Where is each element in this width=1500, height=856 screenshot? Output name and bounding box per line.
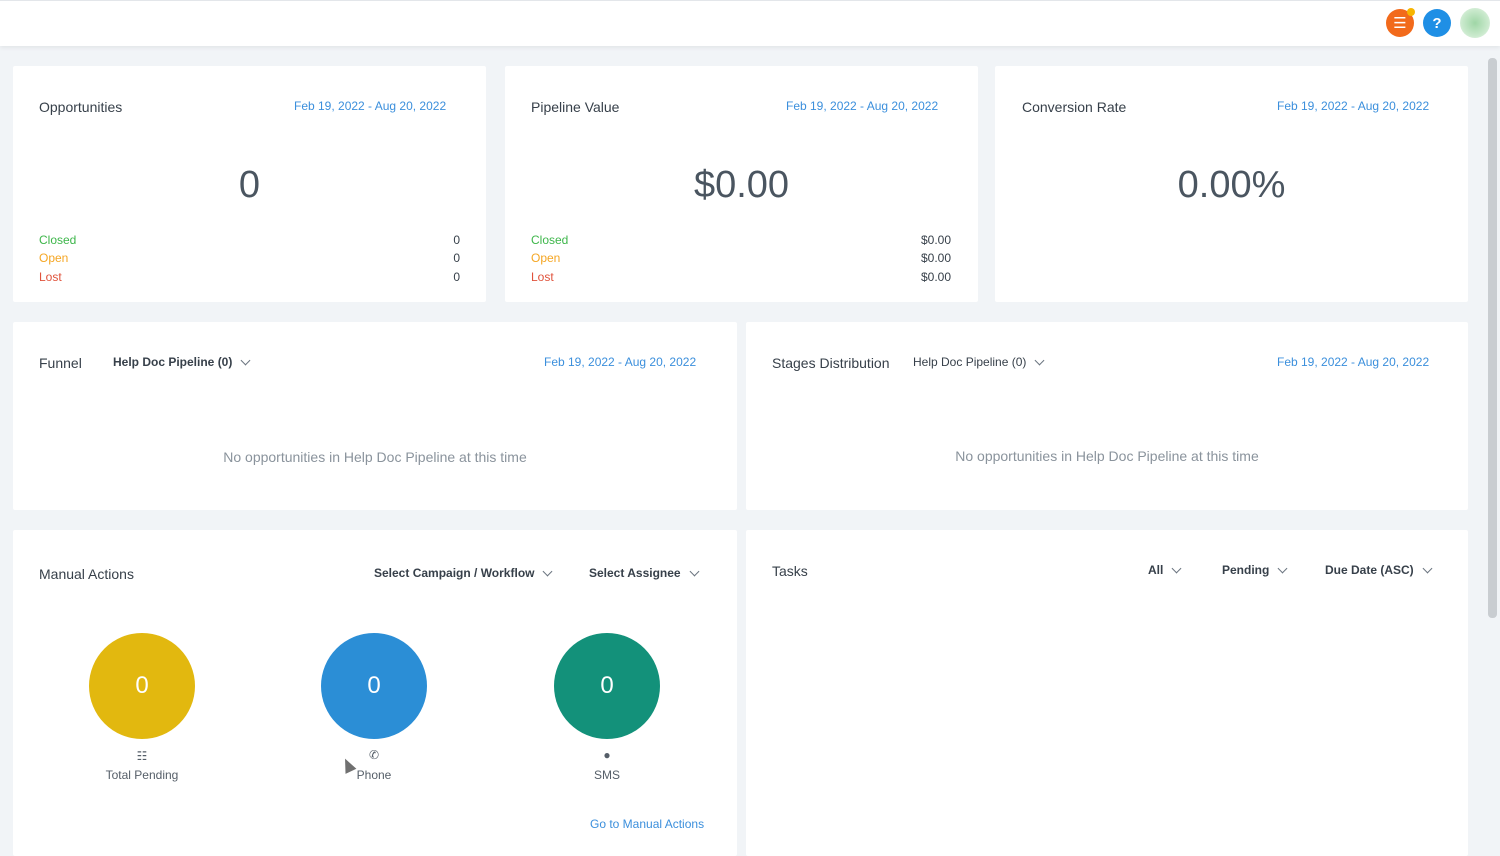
chevron-down-icon [1034,355,1045,365]
chevron-down-icon [1277,563,1288,573]
open-value: $0.00 [920,251,951,265]
date-range[interactable]: Feb 19, 2022 - Aug 20, 2022 [786,99,938,113]
date-range[interactable]: Feb 19, 2022 - Aug 20, 2022 [1277,355,1429,369]
phone-label: Phone [356,768,392,782]
phone-circle[interactable]: 0 [321,633,427,739]
notification-dot [1407,8,1415,16]
tasks-sort-select[interactable]: Due Date (ASC) [1325,563,1433,577]
filter-status-label: Pending [1222,563,1270,577]
campaign-workflow-select[interactable]: Select Campaign / Workflow [374,566,553,580]
pipeline-select-label: Help Doc Pipeline (0) [913,355,1027,369]
empty-message: No opportunities in Help Doc Pipeline at… [223,449,527,465]
filter-all-label: All [1148,563,1164,577]
chevron-down-icon [240,355,251,365]
conversion-rate-value: 0.00% [1177,164,1286,206]
card-title: Funnel [39,355,82,371]
opportunities-card: Opportunities Feb 19, 2022 - Aug 20, 202… [13,66,486,302]
sms-label: SMS [593,768,620,782]
open-value: 0 [453,251,460,265]
total-pending-circle[interactable]: 0 [89,633,195,739]
closed-value: 0 [453,233,460,247]
sms-circle[interactable]: 0 [554,633,660,739]
chevron-down-icon [1422,563,1433,573]
pipeline-select[interactable]: Help Doc Pipeline (0) [113,355,251,369]
help-icon[interactable]: ? [1423,9,1451,37]
open-label: Open [39,251,69,265]
closed-value: $0.00 [920,233,951,247]
chevron-down-icon [1171,563,1182,573]
card-title: Tasks [772,563,808,579]
lost-label: Lost [39,270,62,284]
list-icon: ☷ [136,749,148,763]
pipeline-value-card: Pipeline Value Feb 19, 2022 - Aug 20, 20… [505,66,978,302]
date-range[interactable]: Feb 19, 2022 - Aug 20, 2022 [544,355,696,369]
card-title: Pipeline Value [531,99,620,115]
chevron-down-icon [689,566,700,576]
closed-label: Closed [39,233,77,247]
sort-label: Due Date (ASC) [1325,563,1414,577]
card-title: Stages Distribution [772,355,890,371]
campaign-select-label: Select Campaign / Workflow [374,566,535,580]
avatar[interactable] [1460,8,1490,38]
opportunities-value: 0 [238,164,261,206]
total-pending-label: Total Pending [105,768,179,782]
date-range[interactable]: Feb 19, 2022 - Aug 20, 2022 [1277,99,1429,113]
chevron-down-icon [543,566,553,576]
lost-value: $0.00 [920,270,951,284]
date-range[interactable]: Feb 19, 2022 - Aug 20, 2022 [294,99,446,113]
lost-value: 0 [453,270,460,284]
list-icon[interactable]: ☰ [1386,8,1415,37]
tasks-card: Tasks All Pending Due Date (ASC) [746,530,1468,856]
conversion-rate-card: Conversion Rate Feb 19, 2022 - Aug 20, 2… [995,66,1468,302]
stages-distribution-card: Stages Distribution Help Doc Pipeline (0… [746,322,1468,510]
open-label: Open [531,251,561,265]
tasks-filter-status[interactable]: Pending [1222,563,1288,577]
pipeline-select[interactable]: Help Doc Pipeline (0) [913,355,1045,369]
assignee-select-label: Select Assignee [589,566,681,580]
card-title: Manual Actions [39,566,134,582]
card-title: Conversion Rate [1022,99,1127,115]
pipeline-value: $0.00 [693,164,790,206]
card-title: Opportunities [39,99,123,115]
lost-label: Lost [531,270,554,284]
top-bar: ☰ ? [0,0,1500,46]
funnel-card: Funnel Help Doc Pipeline (0) Feb 19, 202… [13,322,737,510]
pipeline-select-label: Help Doc Pipeline (0) [113,355,233,369]
sms-icon: ● [603,748,611,762]
go-to-manual-actions-link[interactable]: Go to Manual Actions [590,817,704,831]
manual-actions-card: Manual Actions Select Campaign / Workflo… [13,530,737,856]
assignee-select[interactable]: Select Assignee [589,566,700,580]
tasks-filter-all[interactable]: All [1148,563,1182,577]
empty-message: No opportunities in Help Doc Pipeline at… [955,448,1259,464]
phone-icon: ✆ [368,748,380,762]
scrollbar[interactable] [1488,58,1497,618]
closed-label: Closed [531,233,569,247]
